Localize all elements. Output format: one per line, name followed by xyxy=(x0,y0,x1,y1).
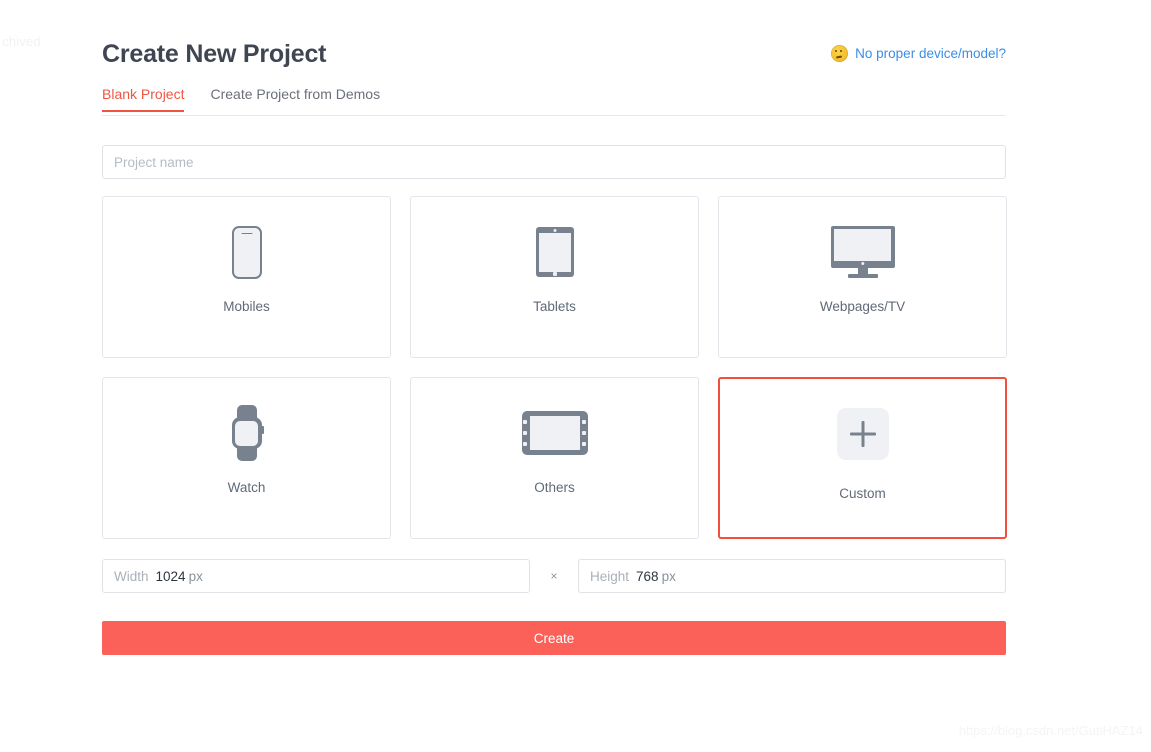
landscape-device-icon xyxy=(521,411,588,455)
device-notch xyxy=(523,442,527,446)
size-separator: × xyxy=(550,569,558,583)
height-unit: px xyxy=(661,568,676,584)
plus-icon-wrap xyxy=(836,391,889,477)
project-name-placeholder: Project name xyxy=(114,154,194,170)
width-value: 1024 xyxy=(155,568,186,584)
watch-icon xyxy=(230,405,264,461)
device-card-label: Custom xyxy=(839,486,886,501)
monitor-screen xyxy=(830,225,895,268)
help-link-container[interactable]: No proper device/model? xyxy=(831,45,1006,62)
watch-body xyxy=(231,417,262,449)
width-input[interactable]: Width 1024 px xyxy=(102,559,530,593)
project-name-input[interactable]: Project name xyxy=(102,145,1006,179)
device-card-label: Mobiles xyxy=(223,299,270,314)
device-card-label: Watch xyxy=(227,480,266,495)
device-notch xyxy=(582,431,586,435)
device-card-others[interactable]: Others xyxy=(410,377,699,539)
device-card-webpages-tv[interactable]: Webpages/TV xyxy=(718,196,1007,358)
height-value: 768 xyxy=(636,568,659,584)
width-label: Width xyxy=(114,568,149,584)
watermark-text: https://blog.csdn.net/GutiHAZ14 xyxy=(958,723,1143,738)
corner-artifact-text: chived xyxy=(2,34,41,49)
monitor-icon xyxy=(830,225,895,279)
tab-blank-project[interactable]: Blank Project xyxy=(102,86,185,112)
thinking-face-emoji-icon xyxy=(831,45,849,62)
watch-crown xyxy=(260,426,264,434)
height-input[interactable]: Height 768 px xyxy=(578,559,1006,593)
watch-icon-wrap xyxy=(230,390,264,476)
tablet-icon xyxy=(535,227,574,277)
tab-bar: Blank Project Create Project from Demos xyxy=(102,86,1006,116)
project-name-row: Project name xyxy=(102,145,1006,179)
tablet-icon-wrap xyxy=(535,209,574,295)
tab-create-from-demos[interactable]: Create Project from Demos xyxy=(210,86,380,111)
page-title: Create New Project xyxy=(102,40,327,68)
page-content: Create New Project No proper device/mode… xyxy=(102,0,1007,655)
page-header: Create New Project No proper device/mode… xyxy=(102,0,1006,86)
landscape-device-icon-wrap xyxy=(521,390,588,476)
device-card-custom[interactable]: Custom xyxy=(718,377,1007,539)
device-notch xyxy=(523,420,527,424)
device-notch xyxy=(523,431,527,435)
monitor-stand-base xyxy=(847,273,878,278)
device-card-tablets[interactable]: Tablets xyxy=(410,196,699,358)
custom-size-row: Width 1024 px × Height 768 px xyxy=(102,559,1006,593)
create-button[interactable]: Create xyxy=(102,621,1006,655)
no-proper-device-link[interactable]: No proper device/model? xyxy=(855,46,1006,61)
plus-icon xyxy=(836,408,889,460)
width-unit: px xyxy=(188,568,203,584)
phone-icon xyxy=(231,225,262,279)
monitor-icon-wrap xyxy=(830,209,895,295)
tablet-camera-dot xyxy=(553,228,556,232)
device-type-grid: Mobiles Tablets Webpages/TV Watch Others… xyxy=(102,196,1007,539)
phone-icon-wrap xyxy=(231,209,262,295)
device-notch xyxy=(582,442,586,446)
height-label: Height xyxy=(590,568,630,584)
device-card-watch[interactable]: Watch xyxy=(102,377,391,539)
device-notch xyxy=(582,420,586,424)
create-project-page: chived Create New Project No proper devi… xyxy=(0,0,1151,752)
device-card-mobiles[interactable]: Mobiles xyxy=(102,196,391,358)
device-card-label: Others xyxy=(534,480,575,495)
device-card-label: Tablets xyxy=(533,299,576,314)
device-card-label: Webpages/TV xyxy=(819,299,906,314)
